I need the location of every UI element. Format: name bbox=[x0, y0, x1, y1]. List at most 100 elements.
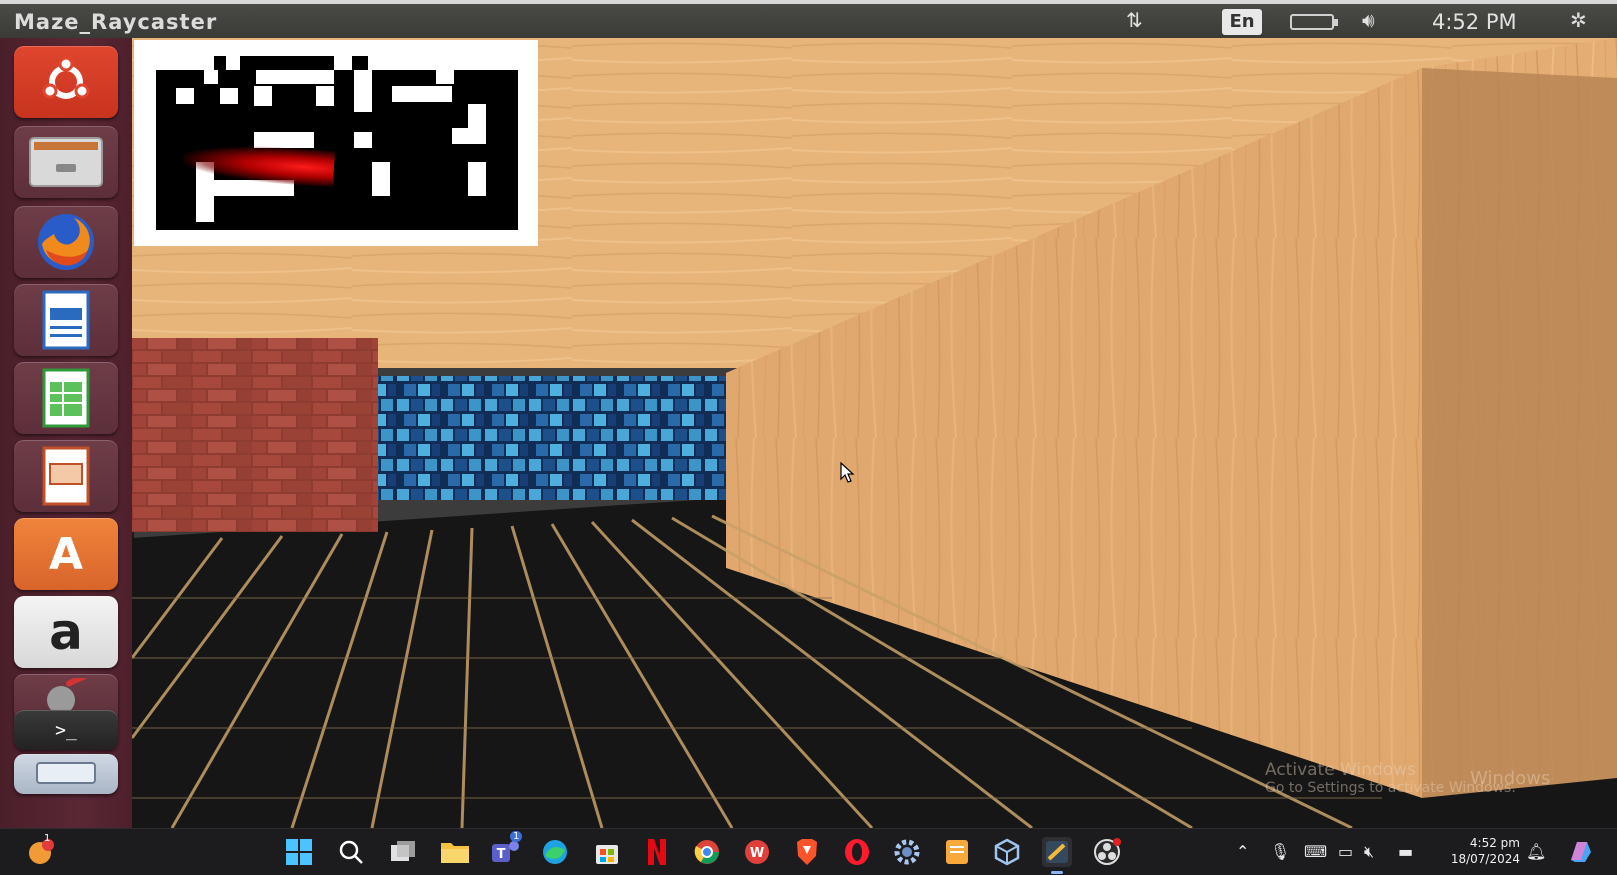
minimap-wall bbox=[204, 70, 218, 84]
chrome-icon bbox=[694, 840, 719, 864]
search-button[interactable] bbox=[336, 837, 366, 867]
microphone-icon[interactable]: 🎙︎ bbox=[1270, 842, 1290, 861]
store-icon bbox=[596, 845, 618, 864]
document-icon bbox=[42, 290, 90, 350]
file-cabinet-icon bbox=[29, 137, 103, 187]
minimap-grid bbox=[156, 56, 518, 230]
file-explorer-icon bbox=[441, 843, 469, 863]
launcher-item-software-center[interactable]: A bbox=[14, 518, 118, 590]
taskbar-date: 18/07/2024 bbox=[1450, 852, 1520, 866]
keyboard-icon[interactable]: ⌨︎ bbox=[1304, 842, 1327, 861]
launcher-item-amazon[interactable]: a bbox=[14, 596, 118, 668]
launcher-item-terminal[interactable]: >_ bbox=[14, 710, 118, 750]
mouse-cursor-icon bbox=[840, 462, 855, 483]
svg-text:T: T bbox=[497, 847, 506, 862]
launcher-item-files[interactable] bbox=[14, 126, 118, 198]
task-view-button[interactable] bbox=[388, 837, 418, 867]
speaker-icon[interactable]: 🔊︎ bbox=[1362, 8, 1375, 32]
launcher-item-workspace[interactable] bbox=[14, 754, 118, 794]
obs-button[interactable] bbox=[1092, 837, 1122, 867]
taskbar-clock[interactable]: 4:52 pm 18/07/2024 bbox=[1450, 835, 1520, 867]
volume-muted-icon[interactable]: 🔇︎ bbox=[1364, 842, 1374, 862]
blue-brick-wall bbox=[378, 376, 726, 500]
teams-button[interactable]: T 1 bbox=[490, 831, 523, 867]
minimap bbox=[134, 40, 538, 246]
launcher-item-calc[interactable] bbox=[14, 362, 118, 434]
launcher-item-writer[interactable] bbox=[14, 284, 118, 356]
obs-icon bbox=[1094, 838, 1121, 865]
terminal-icon: >_ bbox=[55, 719, 77, 741]
minimap-wall bbox=[156, 56, 214, 70]
task-view-icon bbox=[391, 841, 415, 861]
red-brick-wall bbox=[132, 338, 378, 532]
teams-badge: 1 bbox=[510, 831, 523, 842]
minimap-wall bbox=[452, 128, 486, 144]
wps-button[interactable]: W bbox=[742, 837, 772, 867]
battery-icon[interactable] bbox=[1290, 14, 1338, 30]
launcher-item-firefox[interactable] bbox=[14, 206, 118, 278]
battery-tray-icon[interactable]: ▬ bbox=[1398, 842, 1413, 861]
widgets-button[interactable]: 1 bbox=[26, 833, 56, 867]
top-panel: Maze_Raycaster ⇅ En 🔊︎ 4:52 PM ✲ bbox=[0, 0, 1617, 38]
launcher-item-ubuntu-dash[interactable] bbox=[14, 46, 118, 118]
minimap-wall bbox=[176, 88, 194, 104]
store-button[interactable] bbox=[592, 837, 622, 867]
brave-button[interactable] bbox=[792, 837, 822, 867]
start-button[interactable] bbox=[284, 837, 314, 867]
opera-button[interactable] bbox=[842, 837, 872, 867]
watermark-windows: Windows bbox=[1470, 768, 1551, 789]
software-center-icon: A bbox=[48, 528, 84, 580]
copilot-icon bbox=[1571, 842, 1591, 862]
panel-clock[interactable]: 4:52 PM bbox=[1432, 10, 1517, 34]
brave-icon bbox=[797, 839, 817, 865]
raycaster-taskbar-button[interactable] bbox=[1042, 837, 1072, 874]
workspace-icon bbox=[36, 762, 96, 784]
wps-icon: W bbox=[745, 840, 769, 864]
weather-widget-icon bbox=[29, 839, 54, 864]
spreadsheet-icon bbox=[42, 368, 90, 428]
notes-button[interactable] bbox=[942, 837, 972, 867]
settings-icon bbox=[894, 839, 920, 865]
ubuntu-logo-icon bbox=[42, 56, 90, 99]
minimap-wall bbox=[368, 56, 518, 70]
minimap-wall bbox=[256, 70, 334, 84]
edge-icon bbox=[543, 840, 567, 864]
launcher: A a >_ bbox=[0, 38, 134, 828]
language-indicator[interactable]: En bbox=[1222, 9, 1262, 35]
netflix-icon bbox=[648, 839, 666, 865]
netflix-button[interactable] bbox=[642, 837, 672, 867]
file-explorer-button[interactable] bbox=[440, 837, 470, 867]
taskbar-time: 4:52 pm bbox=[1469, 836, 1520, 850]
windows-taskbar: 1 T 1 W ⌃ 🎙︎ ⌨︎ ▭ 🔇︎ ▬ 4:52 pm 18/07/202… bbox=[0, 828, 1617, 875]
minimap-wall bbox=[436, 70, 454, 84]
minimap-wall bbox=[372, 162, 390, 196]
presentation-icon bbox=[42, 446, 90, 506]
search-icon bbox=[339, 840, 363, 864]
notification-badge: 1 bbox=[44, 833, 51, 844]
display-icon[interactable]: ▭ bbox=[1338, 842, 1353, 861]
gear-power-icon[interactable]: ✲ bbox=[1570, 8, 1587, 32]
notification-bell-icon[interactable]: 🔔︎ bbox=[1526, 842, 1546, 861]
notes-icon bbox=[946, 840, 968, 864]
teams-icon: T bbox=[492, 841, 519, 862]
minimap-wall bbox=[220, 88, 238, 104]
launcher-item-impress[interactable] bbox=[14, 440, 118, 512]
opera-icon bbox=[845, 839, 869, 865]
wood-wall-corner bbox=[1422, 68, 1617, 798]
minimap-wall bbox=[254, 86, 272, 106]
svg-text:W: W bbox=[750, 846, 764, 861]
virtualbox-button[interactable] bbox=[992, 837, 1022, 867]
network-updown-icon[interactable]: ⇅ bbox=[1126, 8, 1143, 32]
virtualbox-icon bbox=[994, 838, 1020, 866]
chrome-button[interactable] bbox=[692, 837, 722, 867]
edge-button[interactable] bbox=[540, 837, 570, 867]
minimap-wall bbox=[316, 86, 334, 106]
settings-button[interactable] bbox=[892, 837, 922, 867]
copilot-button[interactable] bbox=[1566, 837, 1596, 867]
firefox-icon bbox=[38, 214, 94, 270]
minimap-wall bbox=[334, 56, 352, 70]
minimap-wall bbox=[354, 70, 372, 112]
show-hidden-icons-chevron-icon[interactable]: ⌃ bbox=[1236, 842, 1249, 861]
amazon-icon: a bbox=[49, 603, 83, 661]
minimap-wall bbox=[354, 132, 372, 148]
